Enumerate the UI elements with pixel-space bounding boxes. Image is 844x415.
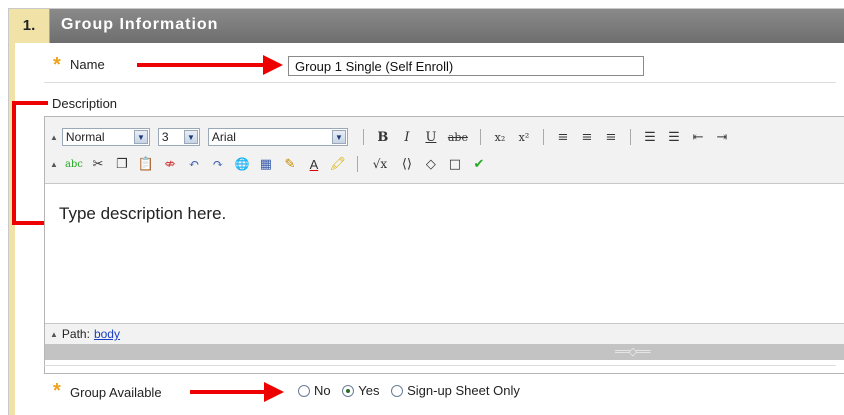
- collapse-toolbar-icon[interactable]: ▲: [50, 133, 58, 142]
- row-divider: [44, 365, 836, 366]
- indent-icon[interactable]: ⇥: [712, 127, 732, 147]
- insert-table-icon[interactable]: ▦: [256, 154, 276, 174]
- resize-grip-icon: ══◇══: [615, 346, 651, 358]
- strikethrough-icon[interactable]: abe: [445, 127, 471, 147]
- align-center-icon[interactable]: ≡: [577, 127, 597, 147]
- rich-text-editor: ▲ Normal ▼ 3 ▼ Arial ▼ B I U abe x₂ x² ≡: [44, 116, 844, 374]
- equation-icon[interactable]: √x: [367, 154, 393, 174]
- arrow-name-shaft: [137, 63, 265, 67]
- name-input[interactable]: [288, 56, 644, 76]
- section-header: 1. Group Information: [9, 9, 844, 43]
- option-yes-label: Yes: [358, 383, 380, 399]
- collapse-path-icon[interactable]: ▲: [50, 330, 58, 339]
- toolbar-separator: [362, 129, 364, 145]
- copy-icon[interactable]: ❐: [112, 154, 132, 174]
- required-star-icon: *: [53, 380, 61, 402]
- arrow-name-icon: [263, 55, 283, 75]
- outdent-icon[interactable]: ⇤: [688, 127, 708, 147]
- step-number: 1.: [9, 9, 50, 43]
- spellcheck-icon[interactable]: abc: [64, 154, 84, 174]
- font-select[interactable]: Arial ▼: [207, 128, 348, 146]
- redo-icon[interactable]: ↷: [208, 154, 228, 174]
- toolbar-separator: [629, 129, 631, 145]
- ordered-list-icon[interactable]: ☰: [640, 127, 660, 147]
- arrow-available-shaft: [190, 390, 266, 394]
- arrow-desc-top: [12, 101, 48, 105]
- italic-icon[interactable]: I: [397, 127, 417, 147]
- underline-icon[interactable]: U: [421, 127, 441, 147]
- option-no-label: No: [314, 383, 331, 399]
- editor-path-bar: ▲ Path: body: [45, 323, 844, 344]
- subscript-icon[interactable]: x₂: [490, 127, 510, 147]
- align-right-icon[interactable]: ≡: [601, 127, 621, 147]
- insert-link-globe-icon[interactable]: 🌐: [232, 154, 252, 174]
- html-source-icon[interactable]: ◇: [421, 154, 441, 174]
- cut-icon[interactable]: ✂: [88, 154, 108, 174]
- toolbar-separator: [356, 156, 358, 172]
- path-label: Path:: [61, 327, 90, 341]
- group-available-options: No Yes Sign-up Sheet Only: [290, 382, 520, 398]
- chevron-down-icon: ▼: [183, 130, 198, 144]
- required-star-icon: *: [53, 54, 61, 76]
- paste-icon[interactable]: 📋: [136, 154, 156, 174]
- group-available-label: Group Available: [70, 385, 162, 400]
- superscript-icon[interactable]: x²: [514, 127, 534, 147]
- section-title: Group Information: [61, 16, 219, 33]
- radio-signup-sheet[interactable]: [391, 384, 404, 397]
- format-select[interactable]: Normal ▼: [61, 128, 150, 146]
- embed-code-icon[interactable]: ⟨⟩: [397, 154, 417, 174]
- arrow-desc-bottom: [12, 221, 48, 225]
- toolbar-row-2: ▲ abc ✂ ❐ 📋 ⇎ ↶ ↷ 🌐 ▦ ✎ A 🖍 √x ⟨⟩ ◇ □ ✔: [45, 151, 491, 177]
- undo-icon[interactable]: ↶: [184, 154, 204, 174]
- step-band: [9, 43, 15, 415]
- chevron-down-icon: ▼: [331, 130, 346, 144]
- editor-resize-handle[interactable]: ══◇══: [45, 344, 844, 360]
- radio-yes[interactable]: [342, 384, 355, 397]
- arrow-desc-vertical: [12, 101, 16, 225]
- text-color-icon[interactable]: A: [304, 154, 324, 174]
- chevron-down-icon: ▼: [133, 130, 148, 144]
- align-left-icon[interactable]: ≡: [553, 127, 573, 147]
- option-signup-label: Sign-up Sheet Only: [407, 383, 520, 399]
- description-textarea[interactable]: Type description here.: [45, 184, 844, 323]
- path-body-link[interactable]: body: [94, 327, 120, 341]
- unlink-icon[interactable]: ⇎: [160, 154, 180, 174]
- row-divider: [44, 82, 836, 83]
- description-placeholder: Type description here.: [59, 204, 227, 223]
- description-label: Description: [52, 96, 118, 111]
- collapse-toolbar-icon[interactable]: ▲: [50, 160, 58, 169]
- unordered-list-icon[interactable]: ☰: [664, 127, 684, 147]
- arrow-available-icon: [264, 382, 284, 402]
- bold-icon[interactable]: B: [373, 127, 393, 147]
- preview-check-icon[interactable]: ✔: [469, 154, 489, 174]
- highlight-color-icon[interactable]: 🖍: [328, 154, 348, 174]
- draw-pencil-icon[interactable]: ✎: [280, 154, 300, 174]
- name-label: Name: [70, 57, 105, 72]
- fullscreen-icon[interactable]: □: [445, 154, 465, 174]
- toolbar-row-1: ▲ Normal ▼ 3 ▼ Arial ▼ B I U abe x₂ x² ≡: [45, 124, 734, 150]
- toolbar-separator: [542, 129, 544, 145]
- size-select[interactable]: 3 ▼: [157, 128, 200, 146]
- toolbar-separator: [479, 129, 481, 145]
- editor-toolbar: ▲ Normal ▼ 3 ▼ Arial ▼ B I U abe x₂ x² ≡: [45, 117, 844, 184]
- radio-no[interactable]: [298, 384, 310, 397]
